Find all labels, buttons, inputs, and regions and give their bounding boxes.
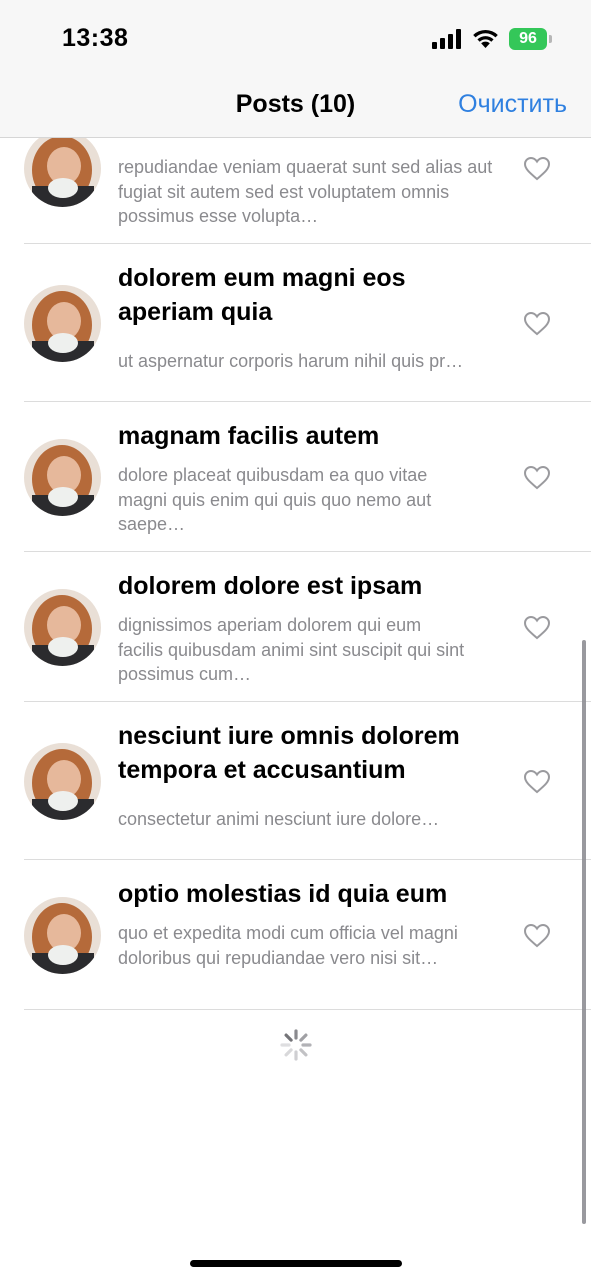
avatar <box>24 743 101 820</box>
post-body: repudiandae veniam quaerat sunt sed alia… <box>118 157 493 226</box>
list-item[interactable]: nesciunt iure omnis dolorem tempora et a… <box>0 702 591 859</box>
post-body: quo et expedita modi cum officia vel mag… <box>118 923 458 968</box>
avatar <box>24 897 101 974</box>
avatar <box>24 439 101 516</box>
scrollbar[interactable] <box>582 640 586 1224</box>
post-body: dignissimos aperiam dolorem qui eum faci… <box>118 615 465 684</box>
spinner-icon <box>280 1029 312 1061</box>
status-time: 13:38 <box>62 24 129 52</box>
heart-icon[interactable] <box>524 312 550 336</box>
avatar <box>24 589 101 666</box>
battery-level: 96 <box>519 30 537 47</box>
post-title: nesciunt iure omnis dolorem tempora et a… <box>118 722 460 784</box>
home-indicator[interactable] <box>190 1260 402 1267</box>
heart-icon[interactable] <box>524 924 550 948</box>
avatar <box>24 130 101 207</box>
cellular-signal-icon <box>432 29 461 49</box>
list-item[interactable]: dolorem dolore est ipsam dignissimos ape… <box>0 552 591 701</box>
posts-list[interactable]: repudiandae veniam quaerat sunt sed alia… <box>0 0 591 1280</box>
heart-icon[interactable] <box>524 770 550 794</box>
list-item[interactable]: magnam facilis autem dolore placeat quib… <box>0 402 591 551</box>
heart-icon[interactable] <box>524 616 550 640</box>
post-body: dolore placeat quibusdam ea quo vitae ma… <box>118 465 432 534</box>
list-item[interactable]: optio molestias id quia eum quo et exped… <box>0 860 591 1009</box>
clear-button[interactable]: Очистить <box>458 90 567 119</box>
separator <box>24 1009 591 1010</box>
post-title: magnam facilis autem <box>118 422 380 450</box>
post-title: optio molestias id quia eum <box>118 880 448 908</box>
post-title: dolorem eum magni eos aperiam quia <box>118 264 406 326</box>
heart-icon[interactable] <box>524 466 550 490</box>
post-body: ut aspernatur corporis harum nihil quis … <box>118 351 464 371</box>
battery-icon: 96 <box>509 28 553 50</box>
post-body: consectetur animi nesciunt iure dolore… <box>118 809 440 829</box>
post-title: dolorem dolore est ipsam <box>118 572 423 600</box>
wifi-icon <box>473 29 498 48</box>
navigation-header: 13:38 96 Posts (10) Очистить <box>0 0 591 138</box>
heart-icon[interactable] <box>524 157 550 181</box>
list-item[interactable]: dolorem eum magni eos aperiam quia ut as… <box>0 244 591 401</box>
avatar <box>24 285 101 362</box>
